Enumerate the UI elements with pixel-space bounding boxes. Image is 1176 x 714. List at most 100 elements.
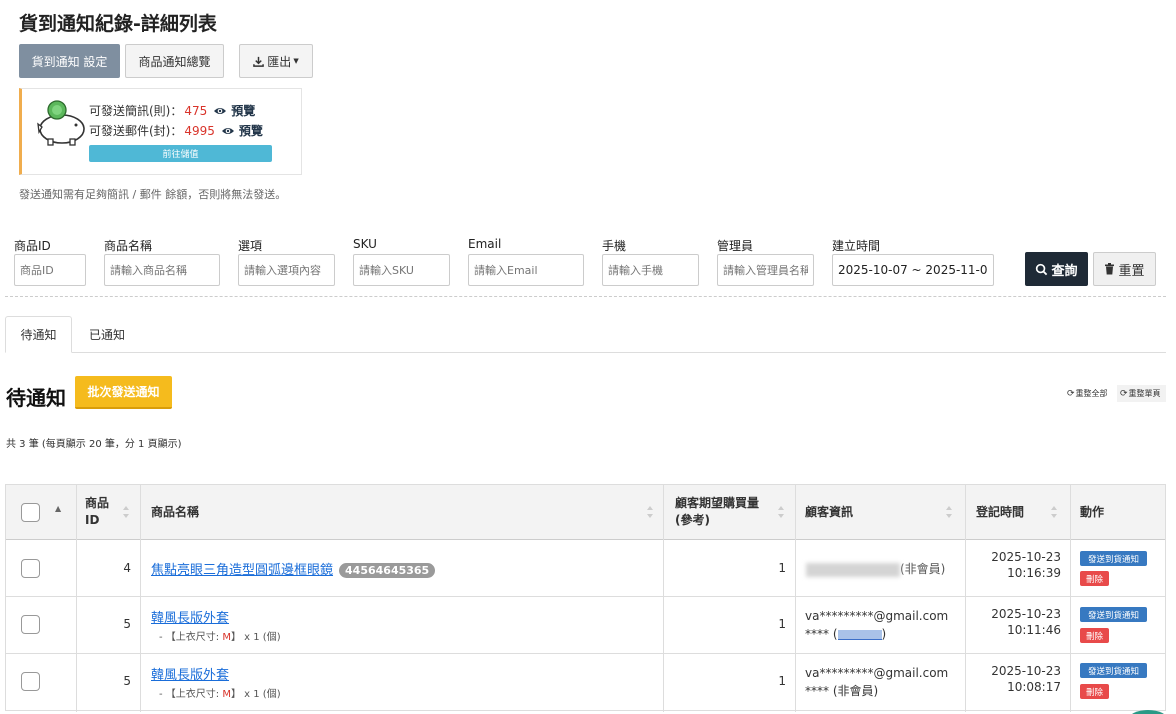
sms-preview-label: 預覽 <box>231 104 256 118</box>
customer-email: va*********@gmail.com <box>805 609 949 623</box>
topup-button[interactable]: 前往儲值 <box>89 145 272 162</box>
delete-button[interactable]: 刪除 <box>1080 684 1109 699</box>
email-input[interactable] <box>468 254 584 286</box>
tab-pending[interactable]: 待通知 <box>5 316 72 353</box>
filter-label-phone: 手機 <box>602 239 627 253</box>
option-input[interactable] <box>238 254 335 286</box>
admin-input[interactable] <box>717 254 814 286</box>
masked-member-link[interactable] <box>837 629 882 640</box>
record-count: 共 3 筆 (每頁顯示 20 筆，分 1 頁顯示) <box>6 439 182 450</box>
send-arrival-notice-button[interactable]: 發送到貨通知 <box>1080 607 1147 622</box>
register-clock: 10:08:17 <box>1007 680 1061 694</box>
sku-input[interactable] <box>353 254 450 286</box>
send-arrival-notice-button[interactable]: 發送到貨通知 <box>1080 551 1147 566</box>
sort-asc-icon[interactable]: ▲ <box>55 504 61 513</box>
header-expected-qty[interactable]: 顧客期望購買量 (參考) <box>675 495 759 529</box>
header-expected-qty-line2: (參考) <box>675 513 710 527</box>
row-register-time: 2025-10-23 10:11:46 <box>976 606 1061 638</box>
email-preview-label: 預覽 <box>238 124 263 138</box>
header-product-id[interactable]: 商品 ID <box>85 495 109 529</box>
header-product-name[interactable]: 商品名稱 <box>151 504 199 521</box>
product-name-input[interactable] <box>104 254 220 286</box>
sort-icon[interactable] <box>945 505 953 519</box>
register-date: 2025-10-23 <box>991 550 1061 564</box>
col-divider <box>795 485 796 712</box>
col-divider <box>1070 485 1071 712</box>
select-all-checkbox[interactable] <box>21 503 40 522</box>
register-clock: 10:16:39 <box>1007 566 1061 580</box>
customer-member-status: (非會員) <box>900 562 946 576</box>
query-label: 查詢 <box>1051 263 1078 279</box>
header-register-time[interactable]: 登記時間 <box>976 504 1024 521</box>
header-product-id-line1: 商品 <box>85 496 110 510</box>
product-name-link[interactable]: 韓風長版外套 <box>151 607 281 626</box>
sort-icon[interactable] <box>777 505 785 519</box>
reset-label: 重置 <box>1118 263 1145 279</box>
product-name-link[interactable]: 焦點亮眼三角造型圓弧邊框眼鏡 <box>151 563 333 578</box>
register-date: 2025-10-23 <box>991 607 1061 621</box>
eye-icon <box>221 127 234 134</box>
filter-label-created-time: 建立時間 <box>832 239 881 253</box>
piggy-bank-icon <box>37 100 85 146</box>
col-divider <box>140 485 141 712</box>
header-product-id-line2: ID <box>85 513 100 527</box>
sms-preview-link[interactable]: 預覽 <box>213 102 255 119</box>
reset-page-label: 重整單頁 <box>1128 389 1161 398</box>
filter-label-product-name: 商品名稱 <box>104 239 153 253</box>
filter-divider <box>5 296 1166 297</box>
row-product-id: 4 <box>123 561 131 575</box>
row-product-name-cell: 韓風長版外套 - 【上衣尺寸: M】 x 1 (個) <box>151 664 281 700</box>
row-expected-qty: 1 <box>778 561 786 575</box>
delete-button[interactable]: 刪除 <box>1080 571 1109 586</box>
reset-button[interactable]: 重置 <box>1093 252 1156 286</box>
email-credit-line: 可發送郵件(封)： 4995 預覽 <box>89 122 263 139</box>
product-id-input[interactable] <box>14 254 86 286</box>
sort-icon[interactable] <box>1050 505 1058 519</box>
filter-label-admin: 管理員 <box>717 239 754 253</box>
product-option: - 【上衣尺寸: M】 x 1 (個) <box>159 685 281 700</box>
option-prefix: - 【上衣尺寸: <box>159 689 223 700</box>
email-preview-link[interactable]: 預覽 <box>221 122 263 139</box>
sms-credit-value: 475 <box>184 103 208 118</box>
export-button[interactable]: 匯出 ▼ <box>239 44 313 78</box>
delete-button[interactable]: 刪除 <box>1080 628 1109 643</box>
download-icon <box>253 56 265 67</box>
product-overview-button[interactable]: 商品通知總覽 <box>125 44 224 78</box>
reset-page-button[interactable]: ⟳ 重整單頁 <box>1117 385 1166 402</box>
sms-credit-label: 可發送簡訊(則)： <box>89 104 183 118</box>
sms-credit-line: 可發送簡訊(則)： 475 預覽 <box>89 102 255 119</box>
row-product-name-cell: 韓風長版外套 - 【上衣尺寸: M】 x 1 (個) <box>151 607 281 643</box>
tabs-baseline <box>5 352 1166 353</box>
sort-icon[interactable] <box>646 505 654 519</box>
reset-all-button[interactable]: ⟳ 重整全部 <box>1064 385 1111 402</box>
page-title: 貨到通知紀錄-詳細列表 <box>19 13 217 35</box>
customer-phone-end: ) <box>881 627 887 641</box>
batch-send-button[interactable]: 批次發送通知 <box>75 376 172 409</box>
row-customer-info: va*********@gmail.com **** () <box>805 607 948 643</box>
row-product-id: 5 <box>123 617 131 631</box>
notify-settings-button[interactable]: 貨到通知 設定 <box>19 44 120 78</box>
product-name-link[interactable]: 韓風長版外套 <box>151 664 281 683</box>
sort-icon[interactable] <box>122 505 130 519</box>
email-credit-value: 4995 <box>184 123 215 138</box>
send-arrival-notice-button[interactable]: 發送到貨通知 <box>1080 663 1147 678</box>
filter-label-option: 選項 <box>238 239 263 253</box>
row-checkbox[interactable] <box>21 559 40 578</box>
register-clock: 10:11:46 <box>1007 623 1061 637</box>
row-product-name-cell: 焦點亮眼三角造型圓弧邊框眼鏡 44564645365 <box>151 559 436 578</box>
query-button[interactable]: 查詢 <box>1025 252 1088 286</box>
header-action: 動作 <box>1080 505 1105 519</box>
option-suffix: 】 x 1 (個) <box>230 689 281 700</box>
header-customer-info[interactable]: 顧客資訊 <box>805 504 853 521</box>
filter-label-email: Email <box>468 237 502 251</box>
row-checkbox[interactable] <box>21 615 40 634</box>
tab-notified[interactable]: 已通知 <box>74 316 140 353</box>
row-register-time: 2025-10-23 10:08:17 <box>976 663 1061 695</box>
created-time-range-input[interactable] <box>832 254 994 286</box>
row-divider <box>6 653 1165 654</box>
row-register-time: 2025-10-23 10:16:39 <box>976 549 1061 581</box>
option-prefix: - 【上衣尺寸: <box>159 632 223 643</box>
option-value: M <box>222 689 231 700</box>
phone-input[interactable] <box>602 254 699 286</box>
row-checkbox[interactable] <box>21 672 40 691</box>
